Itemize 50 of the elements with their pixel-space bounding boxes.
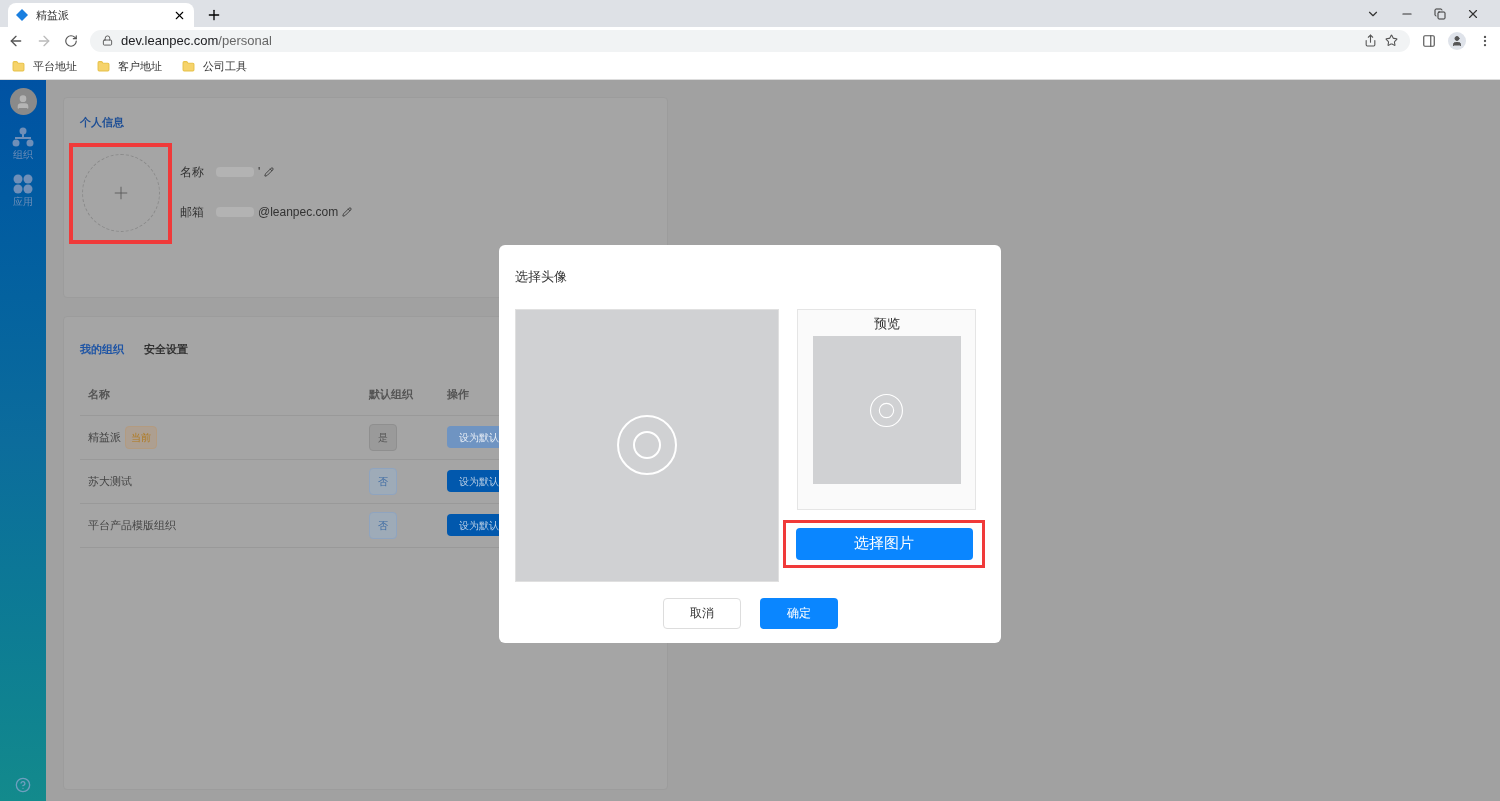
four-petal-icon [12, 174, 34, 194]
default-tag: 是 [369, 423, 397, 451]
profile-avatar[interactable] [1448, 31, 1466, 50]
side-panel-icon[interactable] [1422, 33, 1436, 48]
tab[interactable]: 我的组织 [80, 341, 124, 358]
table-cell-text: 平台产品模版组织 [88, 517, 176, 533]
folder-icon [97, 60, 110, 73]
diamond-logo-icon [16, 9, 28, 21]
table-cell-text: 精益派 [88, 429, 121, 445]
target-icon [617, 415, 677, 475]
preview-label: 预览 [873, 314, 900, 333]
tab-title: 精益派 [36, 7, 70, 23]
folder-icon [182, 60, 195, 73]
current-tag: 当前 [125, 425, 157, 449]
cancel-button[interactable]: 取消 [662, 597, 741, 629]
field-value: @leanpec.com [258, 203, 339, 221]
new-tab-icon[interactable] [206, 7, 222, 23]
browser-tab[interactable]: 精益派 [8, 3, 194, 27]
set-default-button[interactable]: 设为默认 [447, 470, 500, 492]
column-header: 名称 [87, 386, 111, 402]
tab[interactable]: 安全设置 [144, 341, 188, 358]
user-avatar[interactable] [9, 88, 37, 115]
reload-icon[interactable] [64, 33, 78, 48]
default-tag: 否 [369, 467, 397, 495]
confirm-button[interactable]: 确定 [759, 597, 838, 629]
target-icon [870, 393, 903, 427]
default-tag: 否 [369, 511, 397, 539]
bookmark-item[interactable]: 平台地址 [12, 58, 77, 75]
column-header: 操作 [447, 386, 469, 402]
field-value: ' [258, 163, 261, 181]
edit-icon[interactable] [264, 166, 275, 177]
folder-icon [12, 60, 25, 73]
share-icon[interactable] [1364, 34, 1377, 47]
edit-icon[interactable] [342, 206, 353, 217]
bookmark-item[interactable]: 公司工具 [182, 58, 247, 75]
field-label: 邮箱 [180, 203, 204, 221]
restore-icon[interactable] [1434, 7, 1446, 20]
set-default-button[interactable]: 设为默认 [447, 514, 500, 536]
hierarchy-icon [12, 127, 34, 147]
bookmark-item[interactable]: 客户地址 [97, 58, 162, 75]
choose-image-button[interactable]: 选择图片 [795, 527, 973, 560]
section-title: 个人信息 [80, 115, 125, 130]
lock-icon [102, 35, 113, 46]
url-text: dev.leanpec.com/personal [121, 31, 273, 50]
bookmark-star-icon[interactable] [1385, 34, 1398, 47]
field-label: 名称 [180, 163, 204, 181]
column-header: 默认组织 [369, 386, 414, 402]
table-cell-text: 苏大测试 [88, 473, 132, 489]
dialog-title: 选择头像 [515, 268, 568, 286]
address-bar[interactable]: dev.leanpec.com/personal [90, 29, 1410, 52]
